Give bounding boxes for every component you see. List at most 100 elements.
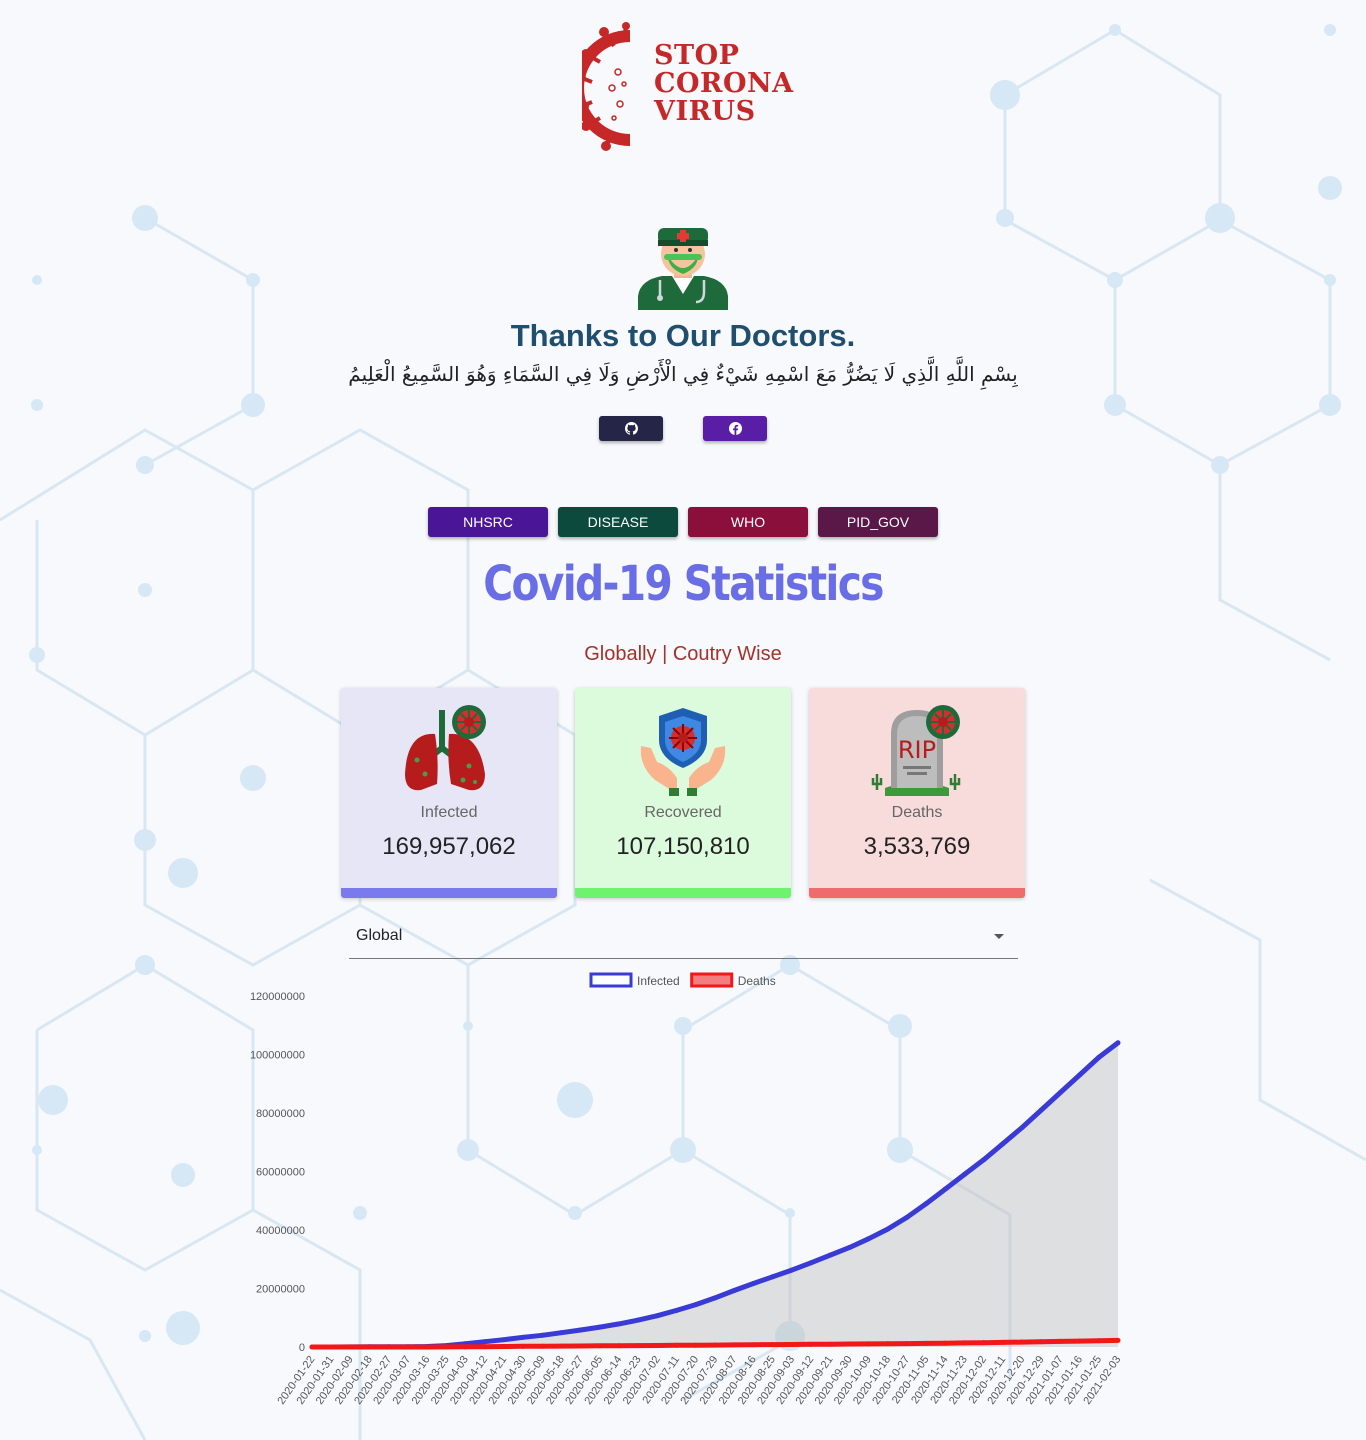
deaths-point: [501, 1343, 507, 1349]
dropdown-caret-icon[interactable]: [994, 934, 1004, 939]
deaths-card: RIP Deaths 3,533,769: [809, 688, 1025, 898]
infected-point: [750, 1281, 756, 1287]
infected-point: [674, 1307, 680, 1313]
infected-point: [827, 1252, 833, 1258]
infected-point: [846, 1245, 852, 1251]
deaths-point: [1115, 1337, 1121, 1343]
github-button[interactable]: [599, 416, 663, 441]
covid-timeline-chart: 0 20000000 40000000 60000000 80000000 1000000…: [250, 972, 1123, 1407]
deaths-point: [885, 1341, 891, 1347]
country-select[interactable]: Global: [349, 918, 1018, 959]
virus-icon: [572, 22, 630, 151]
deaths-point: [1077, 1338, 1083, 1344]
deaths-point: [386, 1344, 392, 1350]
deaths-point: [961, 1340, 967, 1346]
recovered-count: 107,150,810: [616, 833, 750, 860]
infected-point: [904, 1214, 910, 1220]
infected-point: [942, 1186, 948, 1192]
deaths-point: [578, 1343, 584, 1349]
infected-point: [578, 1327, 584, 1333]
infected-point: [693, 1302, 699, 1308]
infected-point: [1057, 1090, 1063, 1096]
tombstone-rip-icon: RIP: [871, 705, 961, 796]
doctor-icon: [638, 228, 728, 310]
infected-point: [1038, 1107, 1044, 1113]
infected-point: [1077, 1072, 1083, 1078]
infected-point: [635, 1317, 641, 1323]
infected-point: [1096, 1054, 1102, 1060]
arabic-dua: بِسْمِ اللَّهِ الَّذِي لَا يَضُرُّ مَعَ …: [348, 362, 1018, 386]
y-tick-label: 80000000: [256, 1108, 305, 1120]
deaths-point: [827, 1341, 833, 1347]
deaths-point: [558, 1343, 564, 1349]
legend-swatch-deaths: [690, 972, 734, 988]
infected-label: Infected: [420, 804, 478, 821]
infected-point: [770, 1274, 776, 1280]
deaths-point: [904, 1341, 910, 1347]
pid-gov-link-button[interactable]: PID_GOV: [818, 507, 938, 537]
infected-point: [520, 1334, 526, 1340]
deaths-point: [597, 1343, 603, 1349]
lungs-virus-icon: [405, 705, 486, 791]
y-tick-label: 60000000: [256, 1167, 305, 1179]
country-select-value: Global: [356, 927, 403, 944]
y-tick-label: 120000000: [250, 991, 305, 1003]
infected-point: [1019, 1125, 1025, 1131]
who-link-button[interactable]: WHO: [688, 507, 808, 537]
deaths-point: [712, 1342, 718, 1348]
deaths-point: [770, 1342, 776, 1348]
logo-line-stop: STOP: [654, 40, 740, 71]
infected-point: [1000, 1141, 1006, 1147]
hands-shield-icon: [640, 708, 726, 796]
github-icon: [624, 422, 638, 435]
deaths-point: [367, 1344, 373, 1350]
stats-subtitle[interactable]: Globally | Coutry Wise: [0, 643, 1366, 666]
deaths-count: 3,533,769: [863, 833, 971, 860]
infected-point: [789, 1267, 795, 1273]
infected-point: [597, 1324, 603, 1330]
recovered-label: Recovered: [644, 804, 722, 821]
infected-count: 169,957,062: [382, 833, 516, 860]
deaths-point: [405, 1344, 411, 1350]
infected-point: [866, 1236, 872, 1242]
facebook-icon: [728, 422, 742, 435]
infected-point: [808, 1260, 814, 1266]
deaths-accent-bar: [809, 888, 1025, 898]
disease-link-button[interactable]: DISEASE: [558, 507, 678, 537]
nhsrc-link-button[interactable]: NHSRC: [428, 507, 548, 537]
y-tick-label: 20000000: [256, 1284, 305, 1296]
deaths-point: [654, 1342, 660, 1348]
deaths-point: [731, 1342, 737, 1348]
deaths-point: [1096, 1338, 1102, 1344]
deaths-point: [789, 1341, 795, 1347]
facebook-button[interactable]: [703, 416, 767, 441]
infected-point: [923, 1201, 929, 1207]
deaths-label: Deaths: [891, 804, 943, 821]
deaths-point: [347, 1344, 353, 1350]
deaths-point: [808, 1341, 814, 1347]
legend-label-infected: Infected: [637, 974, 680, 988]
infected-point: [616, 1321, 622, 1327]
logo-line-virus: VIRUS: [654, 96, 756, 127]
infected-accent-bar: [341, 888, 557, 898]
deaths-point: [1019, 1339, 1025, 1345]
deaths-point: [923, 1340, 929, 1346]
deaths-point: [693, 1342, 699, 1348]
svg-text:RIP: RIP: [898, 736, 936, 764]
deaths-point: [424, 1344, 430, 1350]
y-tick-label: 0: [299, 1342, 305, 1354]
recovered-card: Recovered 107,150,810: [575, 688, 791, 898]
infected-point: [482, 1339, 488, 1345]
logo-line-corona: CORONA: [654, 68, 794, 99]
deaths-point: [846, 1341, 852, 1347]
y-tick-label: 100000000: [250, 1050, 305, 1062]
y-tick-label: 40000000: [256, 1225, 305, 1237]
infected-point: [539, 1332, 545, 1338]
infected-point: [961, 1171, 967, 1177]
deaths-point: [482, 1344, 488, 1350]
deaths-point: [328, 1344, 334, 1350]
legend-swatch-infected: [589, 972, 633, 988]
deaths-point: [309, 1344, 315, 1350]
deaths-point: [866, 1341, 872, 1347]
deaths-point: [1038, 1339, 1044, 1345]
